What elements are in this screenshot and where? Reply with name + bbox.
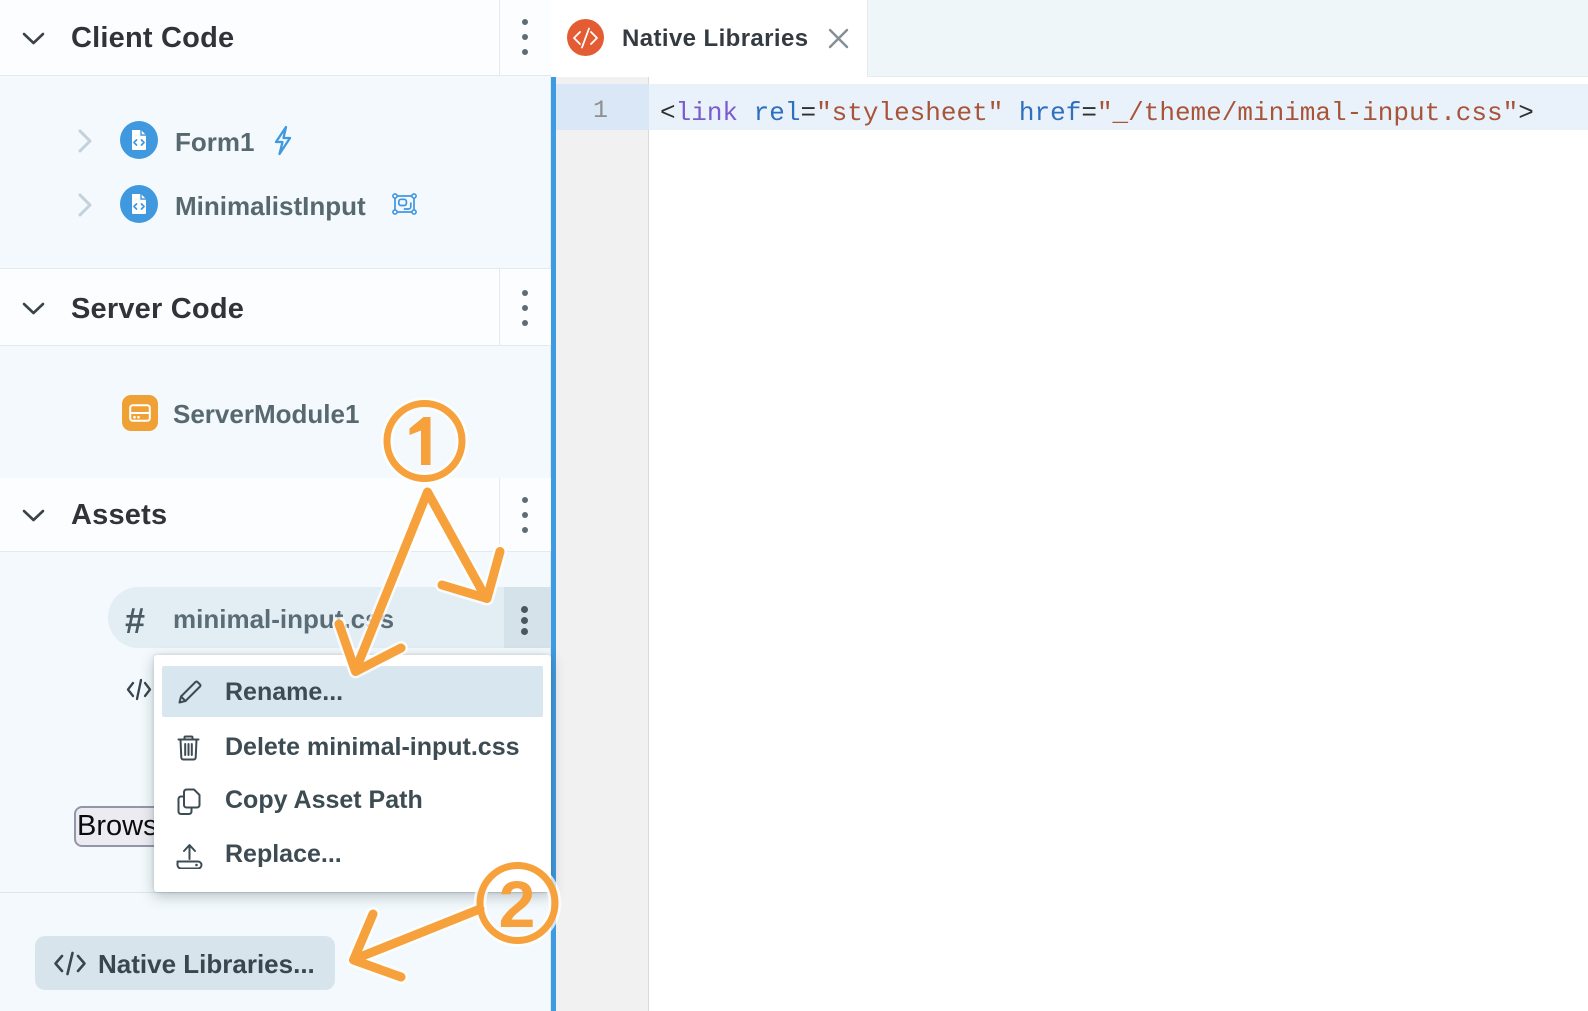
svg-text:2: 2 — [499, 867, 536, 941]
